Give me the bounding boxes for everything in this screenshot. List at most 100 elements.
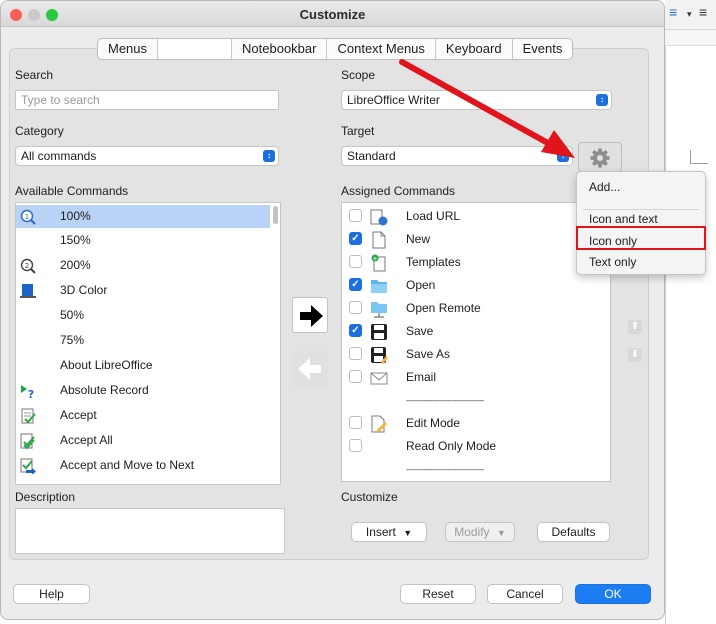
menu-item-text-only[interactable]: Text only (589, 255, 636, 269)
available-list-scrollbar[interactable] (273, 206, 278, 224)
gear-dropdown-menu: Add... Icon and text Icon only Text only (576, 171, 706, 275)
list-item-label: Read Only Mode (406, 439, 497, 453)
list-item[interactable]: 75% (16, 329, 270, 352)
item-checkbox[interactable] (349, 347, 362, 360)
list-item-label: 75% (60, 333, 85, 347)
list-item[interactable]: Edit Mode (342, 412, 610, 435)
list-item[interactable]: ✓ New (342, 228, 610, 251)
menu-item-icon-and-text[interactable]: Icon and text (589, 212, 658, 226)
open-folder-icon (370, 277, 388, 295)
save-icon (370, 323, 388, 341)
available-commands-list[interactable]: 1 100% 150% 2 200% 3D Color 50% 75% Abou… (15, 202, 281, 485)
item-checkbox[interactable] (349, 301, 362, 314)
scope-label: Scope (341, 68, 376, 82)
tab-events[interactable]: Events (513, 39, 573, 59)
remove-command-button[interactable] (292, 351, 328, 387)
list-item[interactable]: Email (342, 366, 610, 389)
assigned-commands-list[interactable]: Load URL ✓ New + Templates ✓ Open Open R… (341, 202, 611, 482)
list-item[interactable]: Load URL (342, 205, 610, 228)
list-item[interactable]: 50% (16, 304, 270, 327)
list-item[interactable]: ? Absolute Record (16, 379, 270, 402)
list-item[interactable]: About LibreOffice (16, 354, 270, 377)
list-item-label: 3D Color (60, 283, 108, 297)
defaults-button[interactable]: Defaults (537, 522, 610, 542)
svg-text:?: ? (28, 388, 34, 399)
list-item-label: Email (406, 370, 437, 384)
search-input[interactable]: Type to search (15, 90, 279, 110)
menu-item-add[interactable]: Add... (589, 180, 620, 194)
item-checkbox[interactable] (349, 209, 362, 222)
target-label: Target (341, 124, 375, 138)
category-select[interactable]: All commands ↕ (15, 146, 279, 166)
list-item-separator[interactable]: ------------------------------------ (342, 389, 610, 412)
help-button[interactable]: Help (13, 584, 90, 604)
ok-button[interactable]: OK (575, 584, 651, 604)
list-item[interactable]: + Templates (342, 251, 610, 274)
list-item[interactable]: ✓ Open (342, 274, 610, 297)
line-spacing-icon[interactable]: ≡ (669, 4, 677, 20)
item-checkbox[interactable] (349, 255, 362, 268)
dialog-title: Customize (299, 7, 366, 22)
add-command-button[interactable] (292, 297, 328, 333)
list-item-label: 200% (60, 258, 91, 272)
list-item-label: Save (406, 324, 434, 338)
list-item[interactable]: 150% (16, 229, 270, 252)
tab-notebookbar[interactable]: Notebookbar (232, 39, 328, 59)
3d-color-icon (20, 283, 36, 299)
separator-label: ------------------------------------ (406, 396, 484, 405)
list-item[interactable]: Accept All (16, 429, 270, 452)
chevron-down-icon[interactable]: ▾ (687, 9, 692, 20)
list-item[interactable]: Read Only Mode (342, 435, 610, 458)
tab-keyboard[interactable]: Keyboard (436, 39, 513, 59)
list-item[interactable]: Save As (342, 343, 610, 366)
insert-label: Insert (365, 525, 396, 539)
align-icon[interactable]: ≡ (699, 4, 707, 20)
list-item-label: Accept and Move to Next (60, 458, 195, 472)
item-checkbox[interactable]: ✓ (349, 324, 362, 337)
item-checkbox[interactable]: ✓ (349, 232, 362, 245)
load-url-icon (370, 208, 388, 226)
list-item[interactable]: 1 100% (16, 205, 270, 228)
customize-label: Customize (341, 490, 398, 504)
background-toolbar: ≡ ▾ ≡ (665, 0, 716, 30)
item-checkbox[interactable] (349, 416, 362, 429)
item-checkbox[interactable]: ✓ (349, 278, 362, 291)
item-checkbox[interactable] (349, 439, 362, 452)
tab-toolbars[interactable] (158, 39, 233, 59)
category-label: Category (15, 124, 64, 138)
list-item[interactable]: Accept (16, 404, 270, 427)
list-item-label: Accept All (60, 433, 113, 447)
list-item-label: 100% (60, 209, 91, 223)
move-down-button[interactable]: ⬇ (628, 348, 642, 362)
category-value: All commands (21, 149, 97, 163)
description-box (15, 508, 285, 554)
reset-button[interactable]: Reset (400, 584, 476, 604)
email-icon (370, 369, 388, 387)
list-item[interactable]: Open Remote (342, 297, 610, 320)
list-item-label: About LibreOffice (60, 358, 153, 372)
list-item[interactable]: 2 200% (16, 254, 270, 277)
list-item-label: Templates (406, 255, 461, 269)
list-item-label: 150% (60, 233, 91, 247)
tab-context-menus[interactable]: Context Menus (327, 39, 436, 59)
modify-button[interactable]: Modify ▼ (445, 522, 515, 542)
scope-value: LibreOffice Writer (347, 93, 440, 107)
list-item-separator[interactable]: ------------------------------------ (342, 458, 610, 481)
insert-button[interactable]: Insert ▼ (351, 522, 427, 542)
annotation-highlight-box (576, 226, 706, 250)
description-label: Description (15, 490, 76, 504)
list-item[interactable]: ✓ Save (342, 320, 610, 343)
chevron-updown-icon: ↕ (263, 150, 275, 162)
target-select[interactable]: Standard ↕ (341, 146, 573, 166)
chevron-updown-icon: ↕ (557, 150, 569, 162)
open-remote-icon (370, 300, 388, 318)
gear-menu-button[interactable] (578, 142, 622, 172)
scope-select[interactable]: LibreOffice Writer ↕ (341, 90, 612, 110)
move-up-button[interactable]: ⬆ (628, 320, 642, 334)
templates-icon: + (370, 254, 388, 272)
list-item[interactable]: Accept and Move to Next (16, 454, 270, 477)
item-checkbox[interactable] (349, 370, 362, 383)
list-item[interactable]: 3D Color (16, 279, 270, 302)
tab-menus[interactable]: Menus (98, 39, 159, 59)
cancel-button[interactable]: Cancel (487, 584, 563, 604)
